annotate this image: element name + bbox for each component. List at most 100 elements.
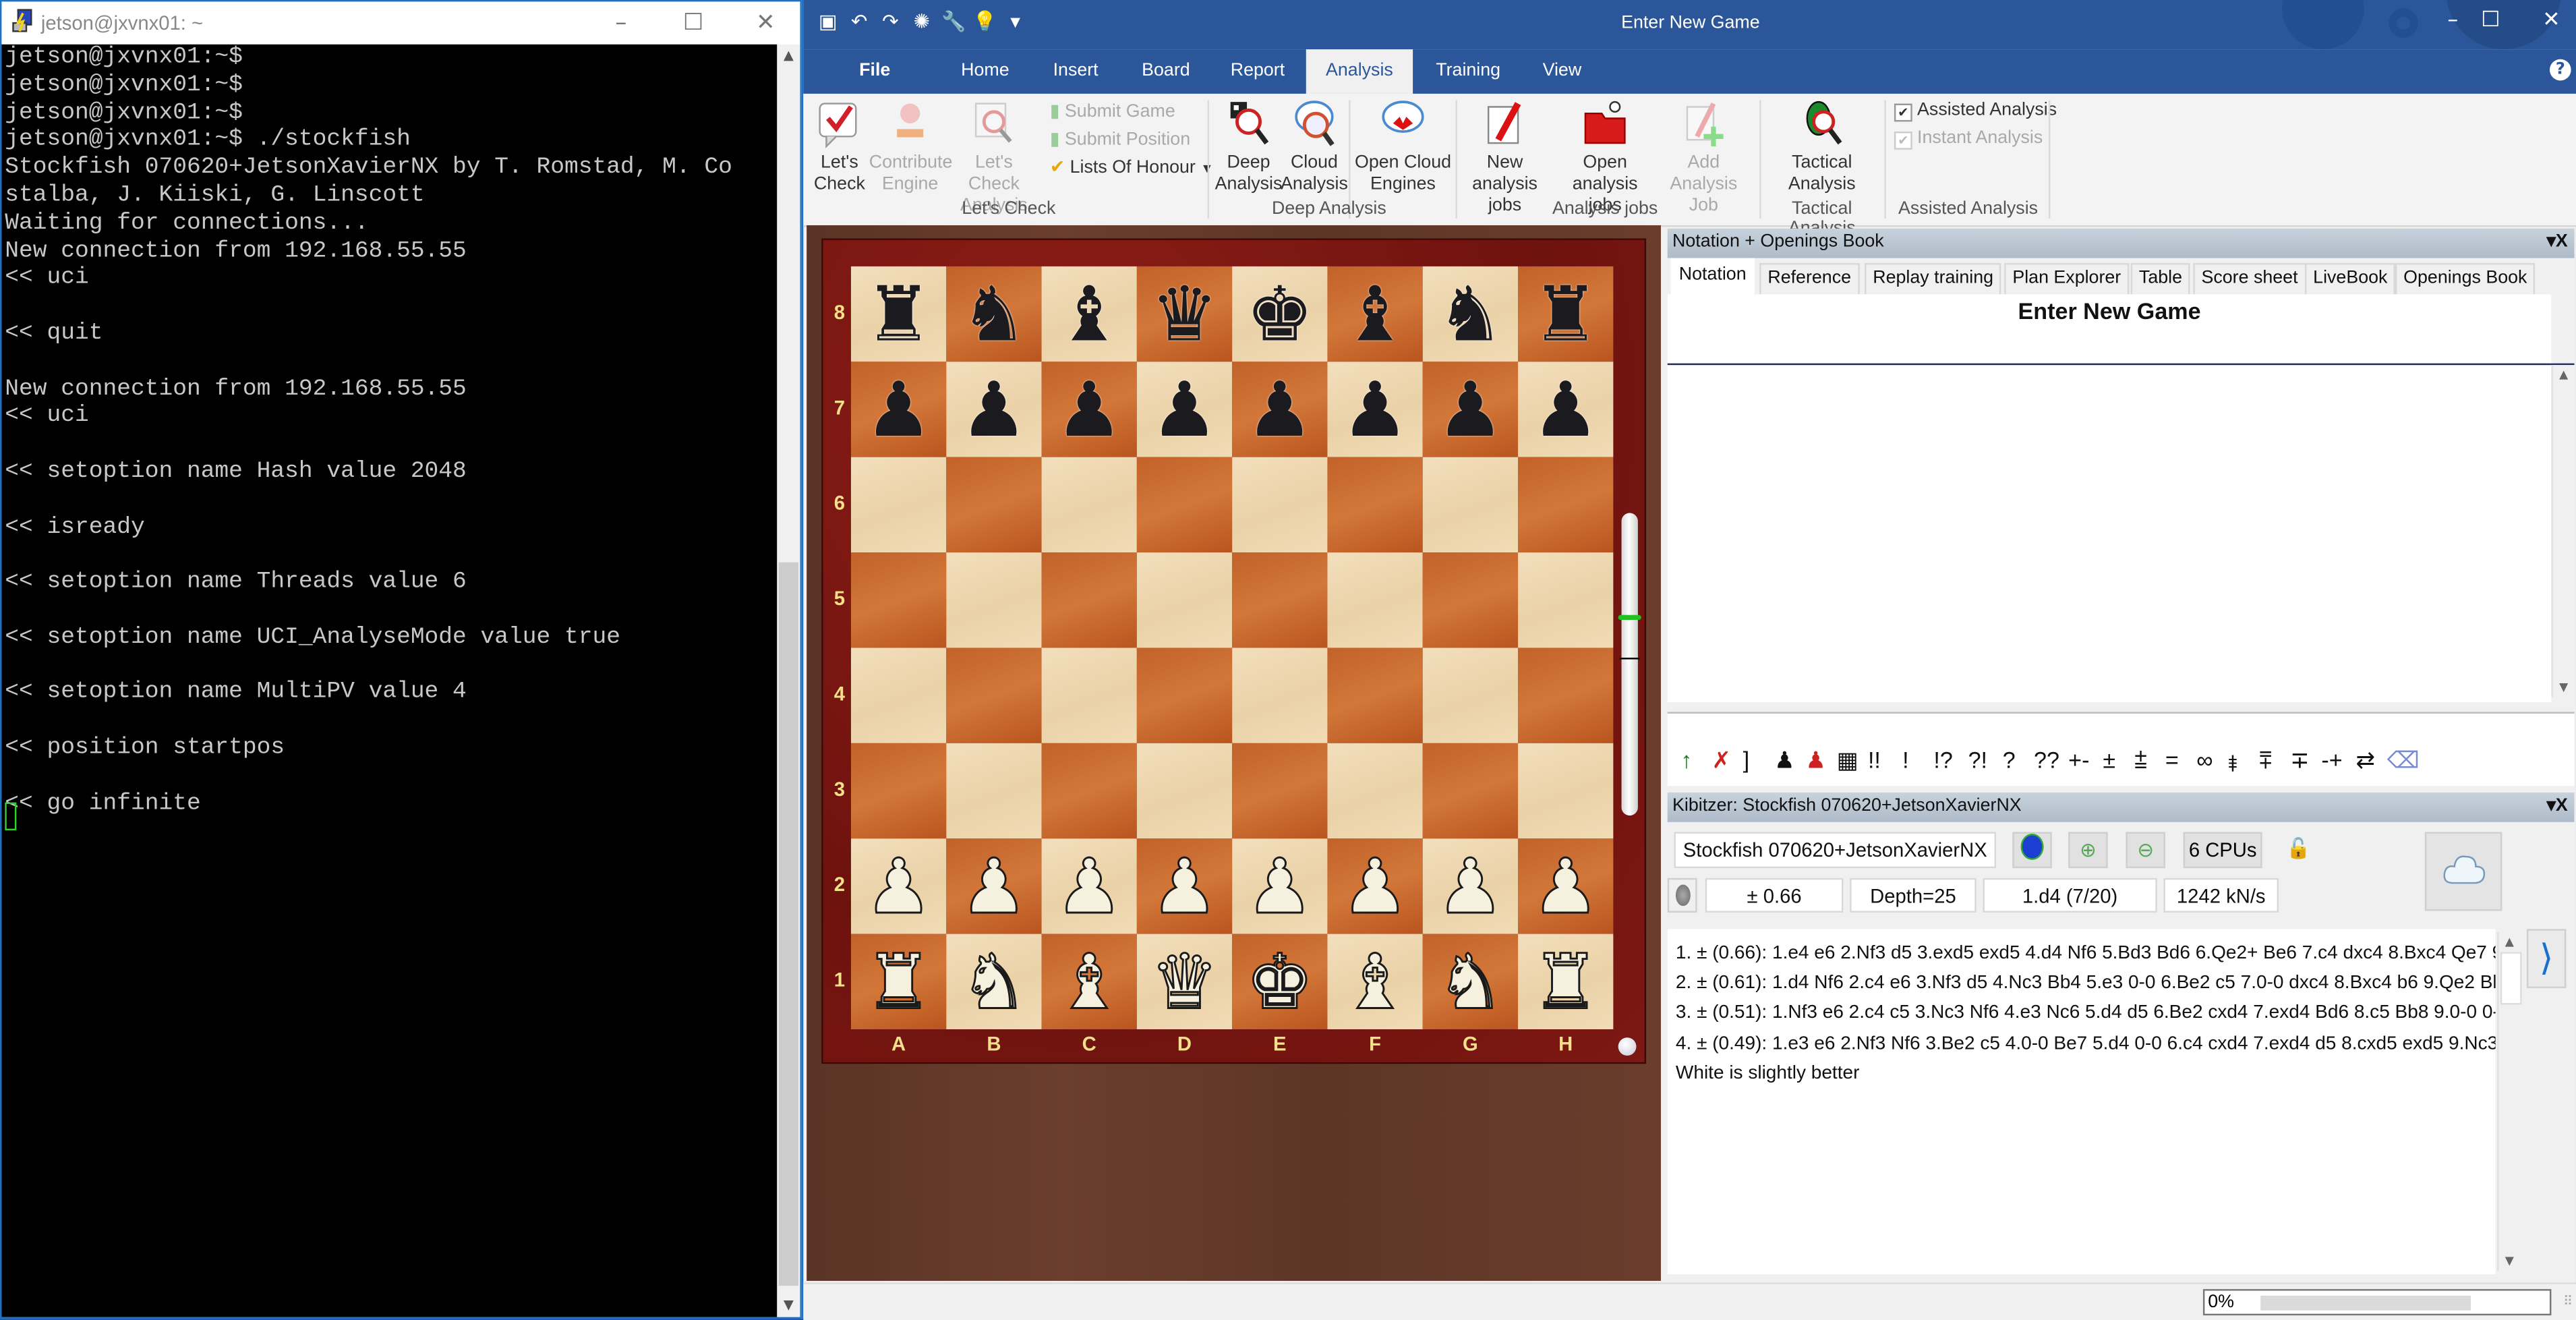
chessboard[interactable]: ♜ ♞ ♝ ♛ ♚ ♝ ♞ ♜ ♟ ♟ ♟ ♟ ♟ ♟ ♟ ♟ ♟ ♟ ♟ ♟ ♟ ♟ ♟ ♟ ♜ ♞ ♝ ♛ ♚ ♝ ♞ ♜ [850,266,1614,1030]
black-rook-icon[interactable]: ♜ [865,266,932,362]
square-c2[interactable]: ♟ [1041,838,1137,934]
square-b7[interactable]: ♟ [946,362,1042,457]
bracket-icon[interactable]: ] [1743,747,1749,773]
black-rook-icon[interactable]: ♜ [1531,266,1599,362]
square-e4[interactable] [1232,648,1328,743]
square-d8[interactable]: ♛ [1136,266,1233,362]
square-f2[interactable]: ♟ [1327,838,1423,934]
square-a7[interactable]: ♟ [850,362,947,457]
white-knight-icon[interactable]: ♞ [1436,934,1505,1029]
square-b4[interactable] [946,648,1042,743]
square-h5[interactable] [1518,552,1614,648]
square-c4[interactable] [1041,648,1137,743]
square-f4[interactable] [1327,648,1423,743]
square-h6[interactable] [1518,457,1614,553]
square-d4[interactable] [1136,648,1233,743]
interesting-move[interactable]: !? [1933,747,1952,773]
notation-area[interactable]: Enter New Game [1667,294,2575,702]
brilliant-move[interactable]: !! [1868,747,1881,773]
resize-grip-icon[interactable]: ⠿ [2563,1294,2573,1309]
engine-line[interactable]: 1. ± (0.66): 1.e4 e6 2.Nf3 d5 3.exd5 exd… [1668,939,2496,969]
compensation[interactable]: ⯒ [2227,747,2237,786]
black-slightly-better[interactable]: ⩱ [2259,747,2273,774]
tab-livebook[interactable]: LiveBook [2304,263,2396,295]
white-rook-icon[interactable]: ♜ [1531,934,1600,1029]
white-pawn-icon[interactable]: ♟ [1150,838,1219,934]
black-knight-icon[interactable]: ♞ [1436,266,1504,362]
app-minimize-button[interactable]: – [2434,7,2471,36]
square-f5[interactable] [1327,552,1423,648]
notation-scrollbar[interactable]: ▲ ▼ [2551,365,2575,697]
equal[interactable]: = [2165,747,2179,773]
square-e7[interactable]: ♟ [1232,362,1328,457]
white-queen-icon[interactable]: ♛ [1150,934,1219,1029]
app-maximize-button[interactable]: ☐ [2472,7,2509,36]
scroll-down-icon[interactable]: ▼ [2498,1251,2520,1271]
black-queen-icon[interactable]: ♛ [1150,266,1218,362]
tab-board[interactable]: Board [1142,61,1190,80]
black-pawn-icon[interactable]: ♟ [1055,362,1123,457]
square-b1[interactable]: ♞ [946,934,1042,1030]
square-a3[interactable] [850,743,947,839]
tab-home[interactable]: Home [961,61,1009,80]
delete-variation-icon[interactable]: ✗ [1712,747,1732,774]
black-bishop-icon[interactable]: ♝ [1055,266,1123,362]
square-g1[interactable]: ♞ [1422,934,1519,1030]
tab-replay-training[interactable]: Replay training [1865,263,2002,295]
black-pawn-icon[interactable]: ♟ [865,362,932,457]
white-king-icon[interactable]: ♚ [1245,934,1314,1029]
remove-line-button[interactable]: ⊖ [2126,832,2165,869]
good-move[interactable]: ! [1902,747,1908,773]
white-pawn-icon[interactable]: ♟ [1340,838,1409,934]
tab-analysis[interactable]: Analysis [1306,49,1413,94]
square-a6[interactable] [850,457,947,553]
black-pawn-icon[interactable]: ♟ [1150,362,1218,457]
dubious-move[interactable]: ?! [1968,747,1987,773]
cpus-button[interactable]: 6 CPUs [2183,832,2262,869]
white-pawn-icon[interactable]: ♟ [1054,838,1123,934]
black-king-icon[interactable]: ♚ [1246,266,1314,362]
white-decisive[interactable]: +- [2068,747,2089,773]
tab-training[interactable]: Training [1436,61,1500,80]
eraser-icon[interactable]: ⌫ [2387,747,2420,774]
terminal-minimize-button[interactable]: – [596,7,645,40]
app-close-button[interactable]: ✕ [2534,7,2570,36]
tab-report[interactable]: Report [1231,61,1285,80]
white-knight-icon[interactable]: ♞ [959,934,1028,1029]
scroll-down-icon[interactable]: ▼ [2553,677,2575,697]
square-a5[interactable] [850,552,947,648]
engine-lines[interactable]: 1. ± (0.66): 1.e4 e6 2.Nf3 d5 3.exd5 exd… [1667,929,2496,1275]
evaluation-bar[interactable] [1618,513,1641,816]
add-line-button[interactable]: ⊕ [2068,832,2108,869]
square-g3[interactable] [1422,743,1519,839]
white-better[interactable]: ± [2103,747,2115,773]
square-g5[interactable] [1422,552,1519,648]
square-d6[interactable] [1136,457,1233,553]
black-pawn-icon[interactable]: ♟ [1436,362,1504,457]
unclear[interactable]: ∞ [2196,747,2213,773]
board-diagram-icon[interactable]: ▦ [1837,747,1858,774]
terminal-scrollbar[interactable]: ▲ ▼ [777,44,800,1317]
square-d5[interactable] [1136,552,1233,648]
square-b5[interactable] [946,552,1042,648]
square-f8[interactable]: ♝ [1327,266,1423,362]
tab-view[interactable]: View [1543,61,1582,80]
square-h2[interactable]: ♟ [1518,838,1614,934]
tab-openings-book[interactable]: Openings Book [2395,263,2536,295]
app-titlebar[interactable]: ▣ ↶ ↷ ✺ 🔧 💡 ▾ Enter New Game – ☐ ✕ [803,0,2576,50]
expand-kibitzer-button[interactable]: ⟩ [2526,929,2567,989]
terminal-maximize-button[interactable]: ☐ [669,7,718,40]
black-better[interactable]: ∓ [2290,747,2310,774]
tab-insert[interactable]: Insert [1053,61,1099,80]
white-pawn-icon[interactable]: ♟ [1245,838,1314,934]
tab-file[interactable]: File [859,61,890,80]
lock-icon[interactable]: 🔓 [2281,832,2315,869]
assisted-analysis-checkbox[interactable]: ✔ Assisted Analysis [1894,101,2057,122]
white-pawn-icon[interactable]: ♟ [864,838,933,934]
square-a8[interactable]: ♜ [850,266,947,362]
white-bishop-icon[interactable]: ♝ [1340,934,1409,1029]
square-d2[interactable]: ♟ [1136,838,1233,934]
tab-reference[interactable]: Reference [1759,263,1860,295]
tactical-analysis-button[interactable]: Tactical Analysis [1776,97,1868,196]
square-b2[interactable]: ♟ [946,838,1042,934]
